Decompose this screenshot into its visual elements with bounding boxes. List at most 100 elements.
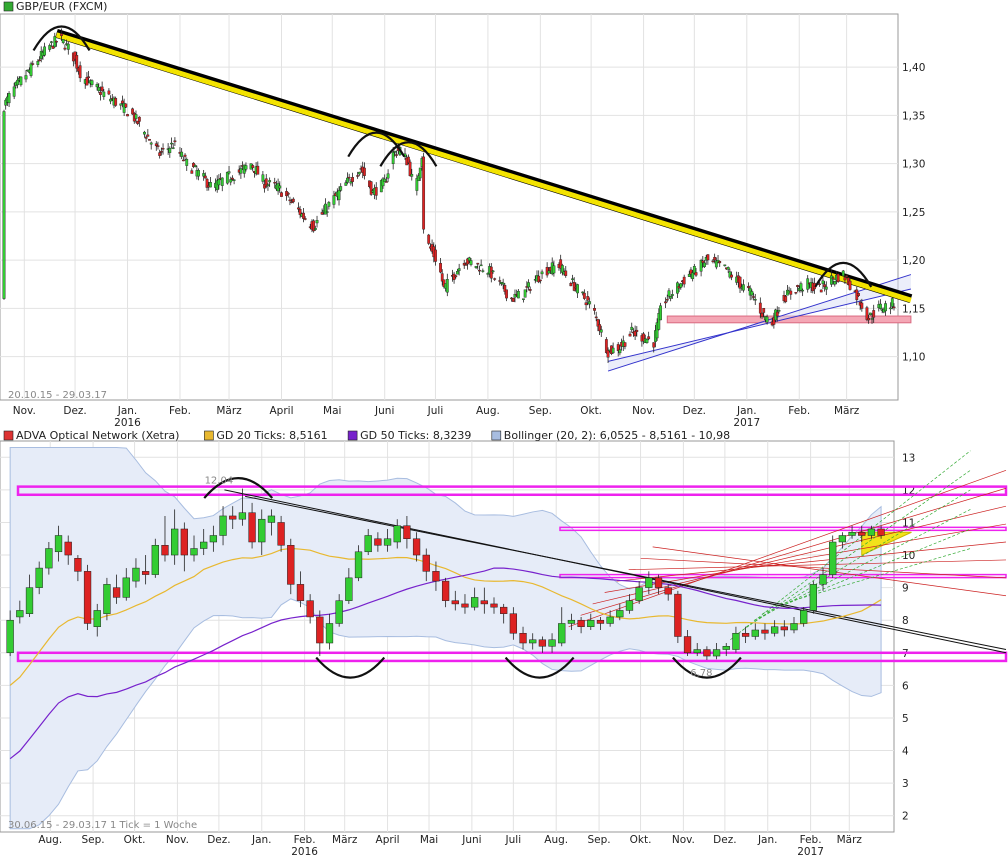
- adva-candle: [432, 571, 440, 582]
- gbp-candle: [268, 180, 272, 183]
- adva-candle: [93, 610, 101, 627]
- gbp-candle: [220, 177, 224, 186]
- gbp-candle: [870, 318, 874, 320]
- gbp-candle: [149, 142, 153, 145]
- adva-candle: [6, 619, 14, 654]
- gbp-candle: [860, 302, 864, 309]
- gbp-y-tick-label: 1,25: [902, 207, 925, 219]
- gbp-candle: [582, 292, 586, 299]
- gbp-candle: [124, 103, 128, 108]
- gbp-candle: [747, 286, 750, 288]
- gbp-candle: [339, 186, 343, 191]
- gbp-candle: [552, 265, 556, 274]
- gbp-candle: [320, 212, 324, 215]
- gbp-candle: [357, 171, 361, 175]
- gbp-candle: [144, 136, 148, 139]
- adva-candle: [809, 584, 817, 611]
- adva-y-tick-label: 3: [902, 778, 909, 790]
- gbp-candle: [156, 145, 160, 147]
- adva-x-tick-label: Aug.: [544, 834, 568, 846]
- gbp-y-tick-label: 1,15: [902, 303, 925, 315]
- gbp-candle: [161, 148, 165, 150]
- adva-candle: [64, 541, 72, 556]
- adva-candle: [838, 535, 847, 543]
- adva-candle: [500, 606, 508, 614]
- gbp-candle: [78, 65, 82, 79]
- gbp-candle: [479, 264, 483, 267]
- gbp-candle: [66, 43, 70, 50]
- gbp-candle: [386, 173, 390, 179]
- gbp-candle: [395, 154, 398, 156]
- adva-x-tick-label: Sep.: [82, 834, 105, 846]
- gbp-x-tick-label: Jan.: [736, 405, 757, 417]
- adva-x-tick-label: Nov.: [166, 834, 189, 846]
- gbp-candle: [868, 312, 872, 316]
- adva-candle: [306, 600, 314, 618]
- adva-candle: [103, 584, 111, 614]
- adva-candle: [645, 577, 653, 588]
- gbp-candle: [884, 303, 887, 312]
- gbp-candle: [476, 262, 480, 265]
- adva-legend-swatch: [204, 430, 214, 441]
- gbp-candle: [701, 260, 705, 263]
- gbp-y-tick-label: 1,20: [902, 255, 925, 267]
- gbp-candle: [227, 171, 231, 174]
- gbp-candle: [29, 63, 33, 76]
- gbp-candle: [457, 268, 461, 271]
- adva-candle: [751, 629, 759, 637]
- gbp-candle: [796, 285, 799, 287]
- adva-candle: [712, 649, 721, 657]
- adva-x-tick-label: April: [376, 834, 400, 846]
- gbp-candle: [584, 302, 588, 306]
- adva-x-tick-label: Feb.: [800, 834, 822, 846]
- adva-candle: [296, 584, 305, 601]
- gbp-candle: [369, 181, 373, 195]
- gbp-candle: [670, 294, 674, 296]
- gbp-candle: [49, 41, 53, 43]
- gbp-candle: [38, 59, 41, 62]
- gbp-candle: [408, 161, 412, 177]
- gbp-candle: [185, 159, 189, 166]
- adva-candle: [132, 567, 140, 582]
- gbp-candle: [762, 308, 766, 313]
- adva-candle: [316, 616, 324, 644]
- adva-candle: [229, 515, 237, 520]
- adva-candle: [829, 541, 837, 575]
- gbp-candle: [594, 316, 598, 319]
- gbp-candle: [586, 296, 590, 301]
- gbp-y-tick-label: 1,10: [902, 352, 925, 364]
- adva-x-tick-label: Feb.: [294, 834, 316, 846]
- gbp-candle: [505, 289, 508, 299]
- adva-y-tick-label: 4: [902, 746, 909, 758]
- adva-x-year-label: 2016: [291, 846, 318, 858]
- adva-candle: [287, 545, 295, 585]
- gbp-candle: [630, 326, 634, 331]
- gbp-candle: [280, 192, 283, 197]
- adva-candle: [858, 531, 866, 536]
- gbp-candle: [775, 311, 779, 317]
- gbp-candle: [765, 316, 769, 323]
- gbp-candle: [824, 286, 828, 290]
- gbp-candle: [193, 165, 197, 167]
- gbp-candle: [523, 289, 527, 298]
- gbp-candle: [31, 63, 35, 65]
- gbp-candle: [865, 307, 869, 320]
- gbp-candle: [75, 55, 79, 69]
- adva-candle: [335, 600, 343, 624]
- gbp-y-tick-label: 1,30: [902, 159, 925, 171]
- adva-candle: [490, 603, 498, 608]
- gbp-candle: [256, 165, 260, 175]
- adva-candle: [45, 548, 53, 569]
- gbp-candle: [493, 278, 497, 280]
- gbp-x-tick-label: Juli: [427, 405, 444, 417]
- adva-candle: [112, 587, 121, 598]
- adva-annotation: 6,78: [690, 668, 712, 679]
- gbp-candle: [665, 299, 669, 301]
- adva-x-tick-label: Okt.: [124, 834, 146, 846]
- gbp-candle: [618, 349, 622, 354]
- gbp-x-tick-label: Dez.: [63, 405, 86, 417]
- gbp-candle: [516, 291, 520, 299]
- gbp-candle: [16, 79, 19, 86]
- gbp-candle: [777, 310, 781, 312]
- gbp-candle: [647, 336, 651, 340]
